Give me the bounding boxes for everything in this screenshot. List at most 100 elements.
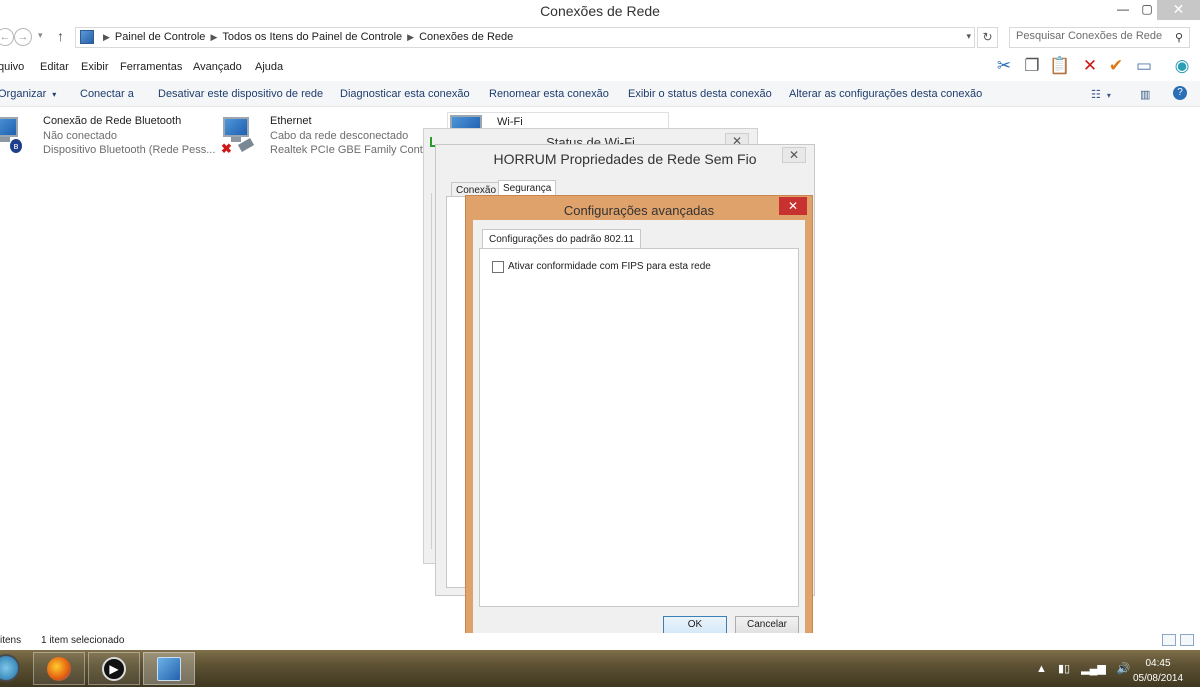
start-button[interactable] (0, 654, 20, 682)
cancel-button[interactable]: Cancelar (735, 616, 799, 634)
view-status-button[interactable]: Exibir o status desta conexão (628, 88, 772, 100)
settings-panel: Ativar conformidade com FIPS para esta r… (479, 248, 799, 607)
forward-button[interactable]: → (14, 28, 32, 46)
organize-button[interactable]: Organizar ▾ (0, 88, 56, 100)
dialog-title: Configurações avançadas (563, 203, 715, 218)
fips-label[interactable]: Ativar conformidade com FIPS para esta r… (508, 261, 711, 272)
rename-icon[interactable]: ▭ (1133, 55, 1155, 77)
search-icon[interactable]: ⚲ (1175, 31, 1183, 44)
window-titlebar: Conexões de Rede — ▢ ✕ (0, 0, 1200, 22)
recent-locations-dropdown[interactable]: ▾ (38, 30, 43, 41)
window-title: Conexões de Rede (540, 3, 660, 19)
dialog-body: Configurações do padrão 802.11 Ativar co… (473, 220, 805, 640)
up-button[interactable]: ↑ (57, 28, 64, 44)
connection-ethernet[interactable]: ✖ Ethernet Cabo da rede desconectado Rea… (221, 115, 438, 161)
large-icons-view-icon[interactable] (1180, 634, 1194, 646)
menu-edit[interactable]: Editar (40, 61, 69, 73)
disconnected-icon: ✖ (0, 142, 1, 155)
command-bar: Organizar ▾ Conectar a Desativar este dis… (0, 81, 1200, 107)
organize-label: Organizar (0, 88, 47, 100)
control-panel-icon (80, 30, 94, 44)
preview-pane-icon[interactable]: ▥ (1140, 88, 1150, 101)
disable-device-button[interactable]: Desativar este dispositivo de rede (158, 88, 323, 100)
connection-name: Conexão de Rede Bluetooth (43, 115, 182, 127)
delete-icon[interactable]: ✕ (1079, 55, 1101, 77)
fips-checkbox[interactable] (492, 261, 504, 273)
network-connections-icon (157, 657, 181, 681)
monitor-icon (0, 117, 18, 137)
taskbar: ▶ ▲ ▮▯ ▂▄▆ 🔊 04:45 05/08/2014 (0, 650, 1200, 687)
items-count: itens (0, 635, 22, 646)
details-view-icon[interactable] (1162, 634, 1176, 646)
search-input[interactable] (1016, 30, 1166, 42)
network-signal-icon[interactable]: ▂▄▆ (1081, 663, 1106, 675)
connection-device: Dispositivo Bluetooth (Rede Pess... (43, 144, 216, 156)
breadcrumb-control-panel[interactable]: Painel de Controle (115, 31, 206, 43)
view-toggle (1158, 634, 1194, 649)
connection-status: Cabo da rede desconectado (270, 130, 409, 142)
network-adapter-icon: ✖ ʙ (0, 117, 22, 155)
refresh-button[interactable]: ↻ (977, 27, 998, 48)
clock-time: 04:45 (1145, 658, 1171, 669)
menu-advanced[interactable]: Avançado (193, 61, 242, 73)
breadcrumb-all-items[interactable]: Todos os Itens do Painel de Controle (222, 31, 402, 43)
search-box[interactable]: ⚲ (1009, 27, 1190, 48)
selection-status: 1 item selecionado (41, 635, 125, 646)
menu-bar: quivo Editar Exibir Ferramentas Avançado… (0, 56, 1200, 80)
network-adapter-icon: ✖ (221, 117, 255, 155)
breadcrumb: ▶ Painel de Controle ▶ Todos os Itens do Pa… (98, 31, 513, 43)
firefox-icon (47, 657, 71, 681)
address-dropdown-icon[interactable]: ▾ (966, 31, 971, 42)
taskbar-firefox[interactable] (33, 652, 85, 685)
menu-file[interactable]: quivo (0, 61, 24, 73)
base (231, 137, 241, 142)
clock-date: 05/08/2014 (1132, 673, 1184, 684)
close-button[interactable]: ✕ (1157, 0, 1200, 20)
base (0, 137, 10, 142)
ok-button[interactable]: OK (663, 616, 727, 634)
tab-802-11-settings[interactable]: Configurações do padrão 802.11 (482, 229, 641, 249)
address-row: ← → ▾ ↑ ▶ Painel de Controle ▶ Todos os Ite… (0, 24, 1200, 50)
show-hidden-icons[interactable]: ▲ (1036, 663, 1047, 675)
diagnose-button[interactable]: Diagnosticar esta conexão (340, 88, 470, 100)
breadcrumb-separator[interactable]: ▶ (210, 32, 217, 42)
globe-icon[interactable]: ◉ (1171, 55, 1193, 77)
menu-tools[interactable]: Ferramentas (120, 61, 182, 73)
menu-view[interactable]: Exibir (81, 61, 109, 73)
breadcrumb-separator: ▶ (103, 32, 110, 42)
menu-help[interactable]: Ajuda (255, 61, 283, 73)
connection-status: Não conectado (43, 130, 117, 142)
connect-to-button[interactable]: Conectar a (80, 88, 134, 100)
rename-button[interactable]: Renomear esta conexão (489, 88, 609, 100)
copy-icon[interactable]: ❐ (1021, 55, 1043, 77)
help-icon[interactable]: ? (1173, 86, 1187, 100)
advanced-settings-dialog: Configurações avançadas ✕ Configurações … (465, 195, 813, 647)
cut-icon[interactable]: ✂ (993, 55, 1015, 77)
dialog-title: HORRUM Propriedades de Rede Sem Fio (493, 151, 757, 167)
status-bar: itens 1 item selecionado (0, 633, 1200, 649)
connection-bluetooth[interactable]: ✖ ʙ Conexão de Rede Bluetooth Não conect… (0, 115, 215, 161)
connection-device: Realtek PCIe GBE Family Controll (270, 144, 438, 156)
taskbar-network-connections[interactable] (143, 652, 195, 685)
monitor-icon (223, 117, 249, 137)
address-bar[interactable]: ▶ Painel de Controle ▶ Todos os Itens do Pa… (75, 27, 975, 48)
paste-icon[interactable]: 📋 (1049, 55, 1071, 77)
connection-name: Wi-Fi (497, 116, 523, 128)
media-player-icon: ▶ (102, 657, 126, 681)
system-tray: ▲ ▮▯ ▂▄▆ 🔊 (1036, 662, 1139, 675)
close-button[interactable]: ✕ (779, 197, 807, 215)
taskbar-media-player[interactable]: ▶ (88, 652, 140, 685)
tab-security[interactable]: Segurança (498, 180, 557, 196)
breadcrumb-network-connections[interactable]: Conexões de Rede (419, 31, 513, 43)
chevron-down-icon: ▾ (52, 90, 57, 99)
breadcrumb-separator[interactable]: ▶ (407, 32, 414, 42)
power-icon[interactable]: ▮▯ (1058, 663, 1070, 675)
change-settings-button[interactable]: Alterar as configurações desta conexão (789, 88, 982, 100)
back-button[interactable]: ← (0, 28, 14, 46)
check-icon[interactable]: ✔ (1105, 55, 1127, 77)
view-options-icon[interactable]: ☷ ▾ (1091, 88, 1111, 101)
connection-name: Ethernet (270, 115, 312, 127)
close-button[interactable]: ✕ (782, 147, 806, 163)
clock[interactable]: 04:45 05/08/2014 (1128, 656, 1188, 686)
chevron-down-icon: ▾ (1106, 91, 1111, 100)
